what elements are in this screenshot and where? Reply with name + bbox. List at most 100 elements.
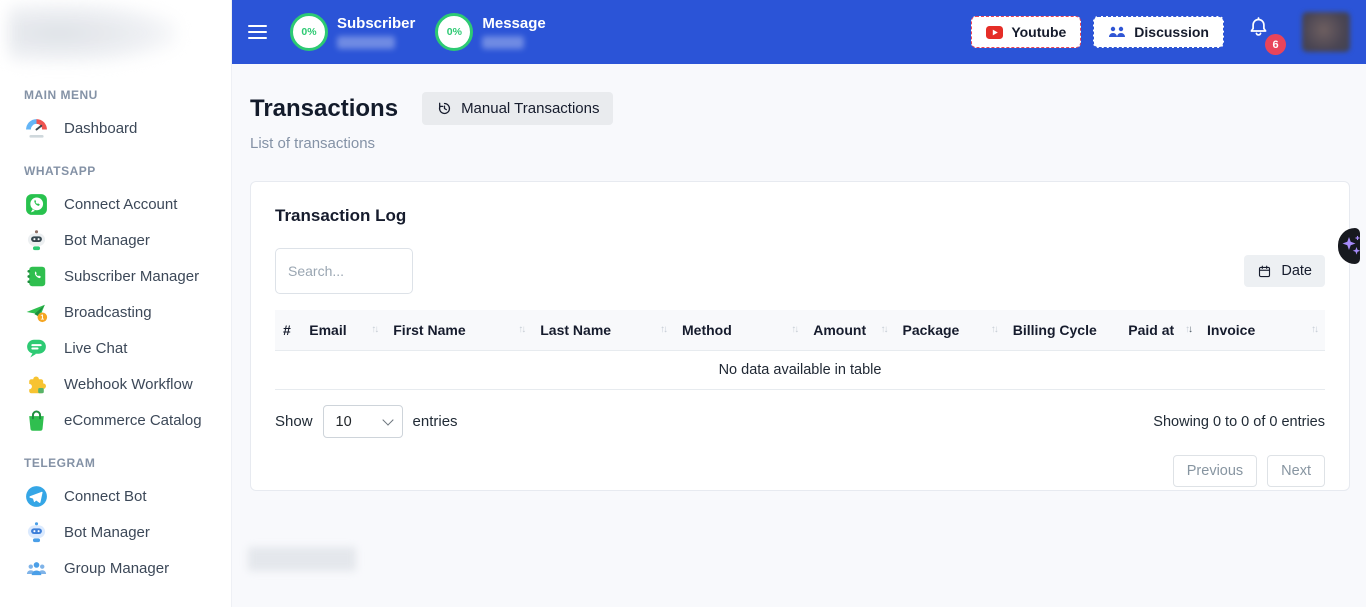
youtube-button-label: Youtube	[1011, 24, 1066, 40]
sidebar-item-label: Dashboard	[64, 120, 137, 137]
date-filter-button[interactable]: Date	[1244, 255, 1325, 287]
sidebar-item-label: Broadcasting	[64, 304, 152, 321]
section-title-main-menu: MAIN MENU	[24, 88, 207, 102]
subscriber-stat: 0% Subscriber	[290, 13, 415, 51]
sort-icon: ↑↓	[660, 325, 666, 335]
previous-page-button[interactable]: Previous	[1173, 455, 1257, 487]
sidebar: MAIN MENU Dashboard WHATSAPP Connect Acc…	[0, 0, 232, 607]
table-header-row: # Email↑↓ First Name↑↓ Last Name↑↓ Metho…	[275, 310, 1325, 351]
column-header-method[interactable]: Method↑↓	[674, 310, 805, 351]
sidebar-item-label: eCommerce Catalog	[64, 412, 202, 429]
discussion-button[interactable]: Discussion	[1093, 16, 1224, 48]
message-stat-value-blurred	[482, 36, 524, 49]
gauge-icon	[23, 115, 49, 141]
message-progress-circle: 0%	[435, 13, 473, 51]
users-group-icon	[23, 555, 49, 581]
sparkles-icon	[1342, 233, 1362, 259]
calendar-icon	[1257, 264, 1272, 279]
users-icon	[1108, 25, 1126, 39]
page-title: Transactions	[250, 95, 398, 123]
column-header-amount[interactable]: Amount↑↓	[805, 310, 894, 351]
notification-count-badge: 6	[1265, 34, 1286, 55]
footer-text-blurred	[248, 547, 356, 571]
column-header-package[interactable]: Package↑↓	[895, 310, 1005, 351]
youtube-button[interactable]: Youtube	[971, 16, 1081, 48]
column-header-last-name[interactable]: Last Name↑↓	[532, 310, 674, 351]
next-page-button[interactable]: Next	[1267, 455, 1325, 487]
sidebar-item-label: Bot Manager	[64, 524, 150, 541]
sidebar-item-bot-manager-whatsapp[interactable]: Bot Manager	[10, 222, 221, 258]
message-stat: 0% Message	[435, 13, 545, 51]
showing-entries-text: Showing 0 to 0 of 0 entries	[1153, 414, 1325, 430]
manual-transactions-label: Manual Transactions	[461, 100, 599, 117]
subscriber-stat-label: Subscriber	[337, 16, 415, 32]
column-header-paid-at[interactable]: Paid at↑↓	[1120, 310, 1199, 351]
section-title-whatsapp: WHATSAPP	[24, 164, 207, 178]
puzzle-icon	[23, 371, 49, 397]
sort-icon: ↑↓	[791, 325, 797, 335]
contact-book-icon	[23, 263, 49, 289]
sidebar-item-subscriber-manager[interactable]: Subscriber Manager	[10, 258, 221, 294]
history-icon	[436, 100, 453, 117]
column-header-billing-cycle: Billing Cycle	[1005, 310, 1121, 351]
paper-plane-icon: 1	[23, 299, 49, 325]
svg-text:1: 1	[40, 314, 44, 321]
app-logo	[8, 2, 178, 64]
whatsapp-icon	[23, 191, 49, 217]
telegram-icon	[23, 483, 49, 509]
message-stat-label: Message	[482, 16, 545, 32]
sort-icon: ↑↓	[881, 325, 887, 335]
sidebar-item-group-manager[interactable]: Group Manager	[10, 550, 221, 586]
card-title: Transaction Log	[275, 206, 1325, 226]
notifications-button[interactable]: 6	[1246, 15, 1276, 49]
sidebar-item-live-chat[interactable]: Live Chat	[10, 330, 221, 366]
sidebar-item-label: Webhook Workflow	[64, 376, 193, 393]
column-header-invoice[interactable]: Invoice↑↓	[1199, 310, 1325, 351]
sidebar-item-label: Group Manager	[64, 560, 169, 577]
menu-toggle-icon[interactable]	[248, 25, 270, 39]
empty-state-row: No data available in table	[275, 351, 1325, 390]
subscriber-stat-value-blurred	[337, 36, 395, 49]
robot-blue-icon	[23, 519, 49, 545]
column-header-email[interactable]: Email↑↓	[301, 310, 385, 351]
page-size-select[interactable]: 10	[323, 405, 403, 438]
subscriber-progress-circle: 0%	[290, 13, 328, 51]
sidebar-item-ecommerce-catalog[interactable]: eCommerce Catalog	[10, 402, 221, 438]
user-avatar[interactable]	[1302, 12, 1350, 52]
sidebar-item-broadcasting[interactable]: 1 Broadcasting	[10, 294, 221, 330]
show-label: Show	[275, 413, 313, 430]
youtube-icon	[986, 26, 1003, 39]
sidebar-item-connect-bot[interactable]: Connect Bot	[10, 478, 221, 514]
shopping-bag-icon	[23, 407, 49, 433]
sidebar-item-label: Live Chat	[64, 340, 127, 357]
column-header-first-name[interactable]: First Name↑↓	[385, 310, 532, 351]
main-content: Transactions Manual Transactions List of…	[232, 64, 1366, 607]
entries-label: entries	[413, 413, 458, 430]
transactions-table: # Email↑↓ First Name↑↓ Last Name↑↓ Metho…	[275, 310, 1325, 390]
transaction-log-card: Transaction Log Date # Email↑↓ First Nam…	[250, 181, 1350, 491]
topbar: 0% Subscriber 0% Message Youtube Discuss…	[232, 0, 1366, 64]
manual-transactions-button[interactable]: Manual Transactions	[422, 92, 613, 125]
sort-icon: ↑↓	[991, 325, 997, 335]
sidebar-item-label: Subscriber Manager	[64, 268, 199, 285]
page-subtitle: List of transactions	[232, 125, 1366, 152]
sort-icon: ↑↓	[371, 325, 377, 335]
column-header-index: #	[275, 310, 301, 351]
sidebar-item-connect-account[interactable]: Connect Account	[10, 186, 221, 222]
date-button-label: Date	[1281, 263, 1312, 279]
sort-icon: ↑↓	[518, 325, 524, 335]
discussion-button-label: Discussion	[1134, 24, 1209, 40]
search-input[interactable]	[275, 248, 413, 294]
sidebar-item-bot-manager-telegram[interactable]: Bot Manager	[10, 514, 221, 550]
sidebar-nav: MAIN MENU Dashboard WHATSAPP Connect Acc…	[0, 70, 231, 586]
sort-icon: ↑↓	[1311, 325, 1317, 335]
ai-assistant-button[interactable]	[1338, 228, 1360, 264]
chat-bubble-icon	[23, 335, 49, 361]
empty-state-text: No data available in table	[275, 351, 1325, 390]
sidebar-item-webhook-workflow[interactable]: Webhook Workflow	[10, 366, 221, 402]
section-title-telegram: TELEGRAM	[24, 456, 207, 470]
sidebar-item-dashboard[interactable]: Dashboard	[10, 110, 221, 146]
robot-green-icon	[23, 227, 49, 253]
sidebar-item-label: Connect Bot	[64, 488, 147, 505]
sort-icon-active: ↑↓	[1185, 325, 1191, 335]
